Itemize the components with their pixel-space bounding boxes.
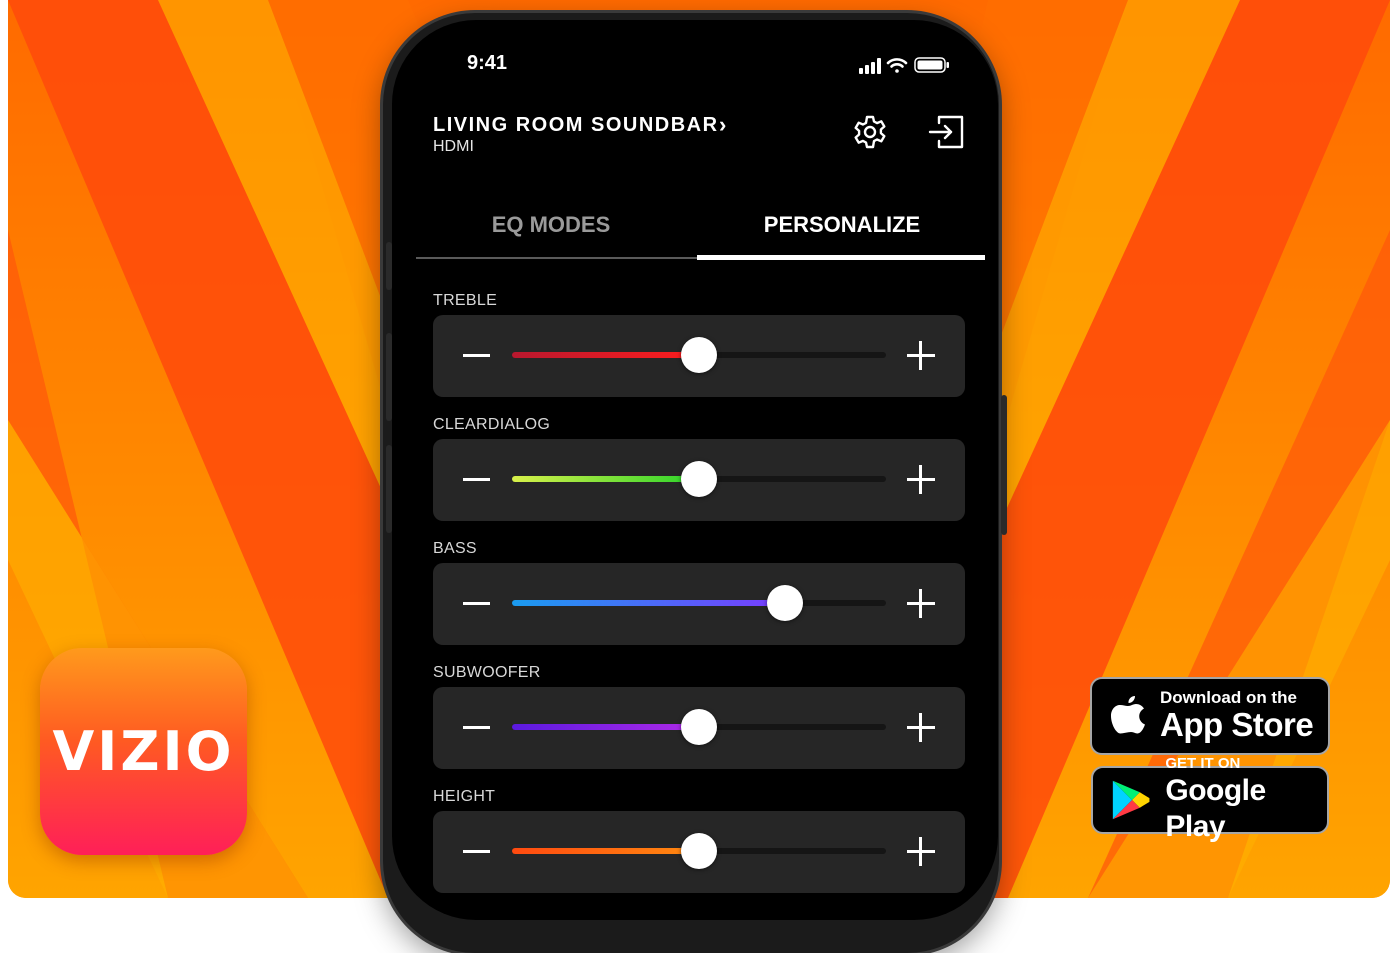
app-store-small-text: Download on the — [1160, 688, 1297, 707]
treble-slider-track[interactable] — [512, 337, 886, 373]
status-time: 9:41 — [467, 52, 508, 74]
bass-slider-knob[interactable] — [767, 585, 803, 621]
device-name[interactable]: LIVING ROOM SOUNDBAR — [433, 114, 719, 137]
tab-active-indicator — [697, 255, 985, 260]
device-input: HDMI — [433, 138, 474, 155]
treble-plus-button-vertical[interactable] — [919, 341, 922, 370]
cleardialog-minus-button[interactable] — [463, 478, 490, 481]
vizio-logo-text: VIZIO — [52, 720, 235, 783]
vizio-app-icon: VIZIO — [40, 648, 247, 855]
height-slider-fill — [512, 848, 699, 854]
signal-icon — [859, 58, 881, 74]
subwoofer-minus-button[interactable] — [463, 726, 490, 729]
slider-card-bass — [433, 563, 965, 645]
slider-label-treble: TREBLE — [433, 292, 498, 309]
phone-screen: 9:41 LIVING ROOM SOUNDBAR › HDMI EQ MODE… — [392, 20, 998, 920]
slider-card-treble — [433, 315, 965, 397]
height-slider-track[interactable] — [512, 833, 886, 869]
slider-card-subwoofer — [433, 687, 965, 769]
slider-label-cleardialog: CLEARDIALOG — [433, 416, 551, 433]
treble-slider-fill — [512, 352, 699, 358]
google-play-small-text: GET IT ON — [1165, 755, 1241, 772]
cleardialog-slider-fill — [512, 476, 699, 482]
bass-plus-button-vertical[interactable] — [919, 589, 922, 618]
app-store-badge[interactable]: Download on the App Store — [1090, 677, 1330, 755]
bass-slider-fill — [512, 600, 785, 606]
subwoofer-plus-button-vertical[interactable] — [919, 713, 922, 742]
cleardialog-slider-track[interactable] — [512, 461, 886, 497]
height-plus-button-vertical[interactable] — [919, 837, 922, 866]
exit-icon[interactable] — [927, 114, 965, 150]
tab-personalize[interactable]: PERSONALIZE — [697, 212, 987, 238]
height-minus-button[interactable] — [463, 850, 490, 853]
chevron-right-icon[interactable]: › — [719, 112, 726, 138]
slider-card-height — [433, 811, 965, 893]
treble-minus-button[interactable] — [463, 354, 490, 357]
slider-label-bass: BASS — [433, 540, 477, 557]
wifi-icon — [886, 58, 908, 73]
cleardialog-plus-button-vertical[interactable] — [919, 465, 922, 494]
slider-card-cleardialog — [433, 439, 965, 521]
bass-slider-track[interactable] — [512, 585, 886, 621]
google-play-big-text: Google Play — [1165, 774, 1266, 843]
slider-label-subwoofer: SUBWOOFER — [433, 664, 541, 681]
subwoofer-slider-knob[interactable] — [681, 709, 717, 745]
google-play-badge[interactable]: GET IT ON Google Play — [1091, 755, 1329, 843]
subwoofer-slider-fill — [512, 724, 699, 730]
app-store-big-text: App Store — [1160, 706, 1314, 743]
slider-label-height: HEIGHT — [433, 788, 496, 805]
google-play-icon — [1112, 780, 1150, 820]
height-slider-knob[interactable] — [681, 833, 717, 869]
treble-slider-knob[interactable] — [681, 337, 717, 373]
subwoofer-slider-track[interactable] — [512, 709, 886, 745]
cleardialog-slider-knob[interactable] — [681, 461, 717, 497]
phone-power-button — [1001, 395, 1007, 535]
apple-icon — [1111, 696, 1145, 734]
status-icons — [859, 57, 949, 74]
tab-eq-modes[interactable]: EQ MODES — [416, 212, 686, 238]
gear-icon[interactable] — [852, 114, 888, 150]
bass-minus-button[interactable] — [463, 602, 490, 605]
battery-icon — [914, 57, 949, 73]
